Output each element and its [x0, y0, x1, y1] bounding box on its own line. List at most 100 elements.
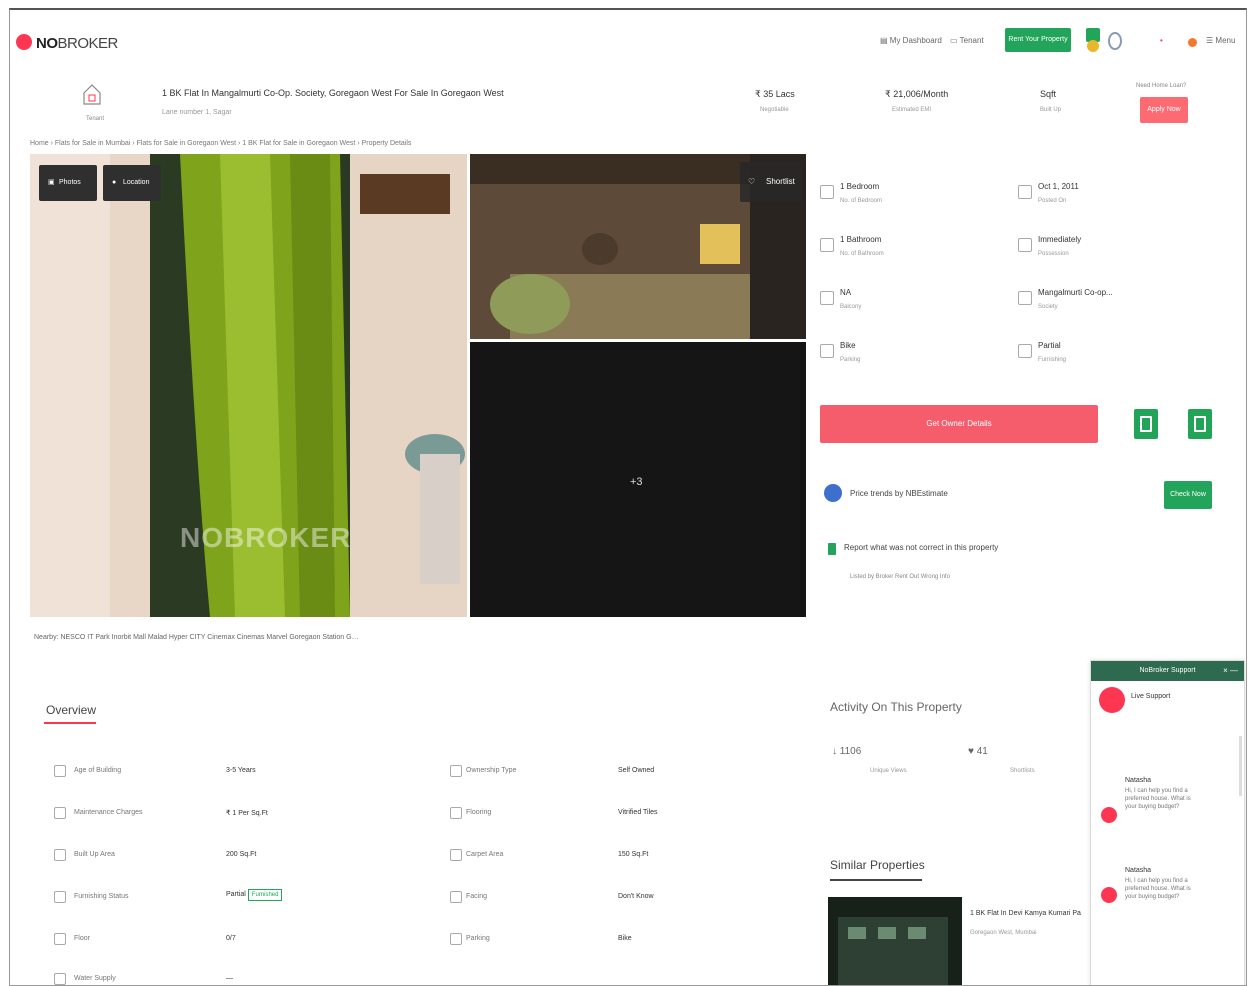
- notification-icon[interactable]: •: [1160, 36, 1163, 45]
- report-icon: [828, 543, 836, 555]
- facing-icon: [450, 891, 462, 903]
- overview-label: Furnishing Status: [74, 893, 129, 900]
- activity-title: Activity On This Property: [830, 700, 962, 714]
- price-value: ₹ 35 Lacs: [755, 89, 795, 99]
- price-trend-label: Price trends by NBEstimate: [850, 489, 948, 498]
- report-link[interactable]: Report what was not correct in this prop…: [844, 543, 998, 552]
- overview-label: Parking: [466, 935, 490, 942]
- area-value: Sqft: [1040, 89, 1057, 99]
- parking-label: Parking: [840, 357, 861, 363]
- similar-property-subtitle: Goregaon West, Mumbai: [970, 930, 1037, 936]
- flooring-icon: [450, 807, 462, 819]
- carpet-area-icon: [450, 849, 462, 861]
- similar-property-title[interactable]: 1 BK Flat In Devi Kamya Kumari Pa: [970, 910, 1081, 917]
- chat-avatar: [1101, 807, 1117, 823]
- building-age-icon: [54, 765, 66, 777]
- possession-label: Possession: [1038, 251, 1069, 257]
- unique-views-value: ↓ 1106: [832, 746, 862, 757]
- overview-value: 150 Sq.Ft: [618, 851, 649, 858]
- photos-button[interactable]: ▣ Photos: [39, 165, 97, 201]
- overview-value: 0/7: [226, 935, 236, 942]
- location-pin-icon: ●: [112, 179, 117, 186]
- clock-icon: [1018, 238, 1032, 252]
- furnishing-icon: [54, 891, 66, 903]
- overview-value: ₹ 1 Per Sq.Ft: [226, 810, 268, 817]
- house-icon: [83, 84, 101, 105]
- shortlists-label: Shortlists: [1010, 768, 1035, 774]
- chat-message: Hi, I can help you find a preferred hous…: [1125, 788, 1191, 810]
- furnishing-label: Furnishing: [1038, 357, 1067, 363]
- property-subtitle: Lane number 1, Sagar: [162, 109, 232, 116]
- overview-label: Facing: [466, 893, 488, 900]
- nearby-places[interactable]: Nearby: NESCO IT Park Inorbit Mall Malad…: [34, 634, 359, 641]
- dashboard-link[interactable]: ▤ My Dashboard: [880, 36, 942, 45]
- unique-views-label: Unique Views: [870, 768, 907, 774]
- ownership-icon: [450, 765, 462, 777]
- phone-button[interactable]: [1188, 409, 1212, 439]
- breadcrumb[interactable]: Home › Flats for Sale in Mumbai › Flats …: [30, 140, 411, 147]
- more-photos-count[interactable]: +3: [630, 476, 643, 488]
- similar-underline: [830, 879, 922, 881]
- support-avatar: [1099, 687, 1125, 713]
- society-value: Mangalmurti Co-op...: [1038, 288, 1113, 297]
- overview-title[interactable]: Overview: [46, 703, 96, 717]
- overview-label: Flooring: [466, 809, 492, 816]
- area-label: Built Up: [1040, 107, 1062, 113]
- location-button[interactable]: ● Location: [103, 165, 161, 201]
- calendar-icon: [1018, 185, 1032, 199]
- overview-value: Vitrified Tiles: [618, 809, 658, 816]
- overview-label: Ownership Type: [466, 767, 517, 774]
- builtup-area-icon: [54, 849, 66, 861]
- user-avatar-icon[interactable]: [1108, 32, 1122, 50]
- overview-tab-underline: [44, 722, 96, 724]
- rent-your-property-button[interactable]: Rent Your Property: [1005, 28, 1071, 52]
- menu-button[interactable]: ☰ Menu: [1206, 36, 1235, 45]
- calendar-button[interactable]: [1134, 409, 1158, 439]
- bath-icon: [820, 238, 834, 252]
- furnishing-value: Partial: [1038, 341, 1061, 350]
- emi-value: ₹ 21,006/Month: [885, 89, 949, 99]
- car-icon: [820, 344, 834, 358]
- similar-property-image[interactable]: [828, 897, 962, 985]
- overview-label: Water Supply: [74, 975, 116, 982]
- society-label: Society: [1038, 304, 1058, 310]
- building-photo: [828, 897, 962, 985]
- chat-message: Hi, I can help you find a preferred hous…: [1125, 878, 1191, 900]
- support-chat-widget[interactable]: NoBroker Support × — Live Support Natasha…: [1090, 660, 1245, 985]
- chat-sender-name: Natasha: [1125, 777, 1152, 784]
- posted-label: Posted On: [1038, 198, 1067, 204]
- balcony-label: Balcony: [840, 304, 862, 310]
- overview-value: 3-5 Years: [226, 767, 256, 774]
- apply-loan-button[interactable]: Apply Now: [1140, 97, 1188, 123]
- overview-value: Bike: [618, 935, 632, 942]
- possession-value: Immediately: [1038, 235, 1082, 244]
- logo[interactable]: NOBROKER: [36, 35, 118, 52]
- furnished-tag[interactable]: Furnished: [247, 889, 283, 901]
- parking-value: Bike: [840, 341, 856, 350]
- bathroom-label: No. of Bathroom: [840, 251, 884, 257]
- report-options[interactable]: Listed by Broker Rent Out Wrong Info: [850, 574, 950, 580]
- chat-scrollbar[interactable]: [1239, 736, 1242, 796]
- overview-label: Carpet Area: [466, 851, 504, 858]
- logo-icon: [16, 34, 32, 50]
- price-label: Negotiable: [760, 107, 789, 113]
- check-now-button[interactable]: Check Now: [1164, 481, 1212, 509]
- tenant-link[interactable]: ▭ Tenant: [950, 36, 984, 45]
- close-icon[interactable]: × —: [1223, 661, 1238, 681]
- alert-icon[interactable]: [1188, 38, 1197, 47]
- house-label: Tenant: [86, 116, 105, 122]
- watermark-text: NOBROKER: [180, 522, 352, 553]
- similar-properties-title: Similar Properties: [830, 858, 925, 872]
- phone-icon: [1194, 416, 1206, 432]
- shortlist-button[interactable]: ♡ Shortlist: [740, 162, 802, 202]
- overview-label: Age of Building: [74, 767, 122, 774]
- parking-icon: [450, 933, 462, 945]
- bathroom-value: 1 Bathroom: [840, 235, 882, 244]
- coin-icon[interactable]: [1087, 40, 1099, 52]
- get-owner-details-button[interactable]: Get Owner Details: [820, 405, 1098, 443]
- building-icon: [1018, 291, 1032, 305]
- chat-header[interactable]: NoBroker Support × —: [1091, 661, 1244, 681]
- need-loan-label: Need Home Loan?: [1136, 83, 1187, 89]
- sofa-icon: [1018, 344, 1032, 358]
- overview-value: —: [226, 975, 233, 982]
